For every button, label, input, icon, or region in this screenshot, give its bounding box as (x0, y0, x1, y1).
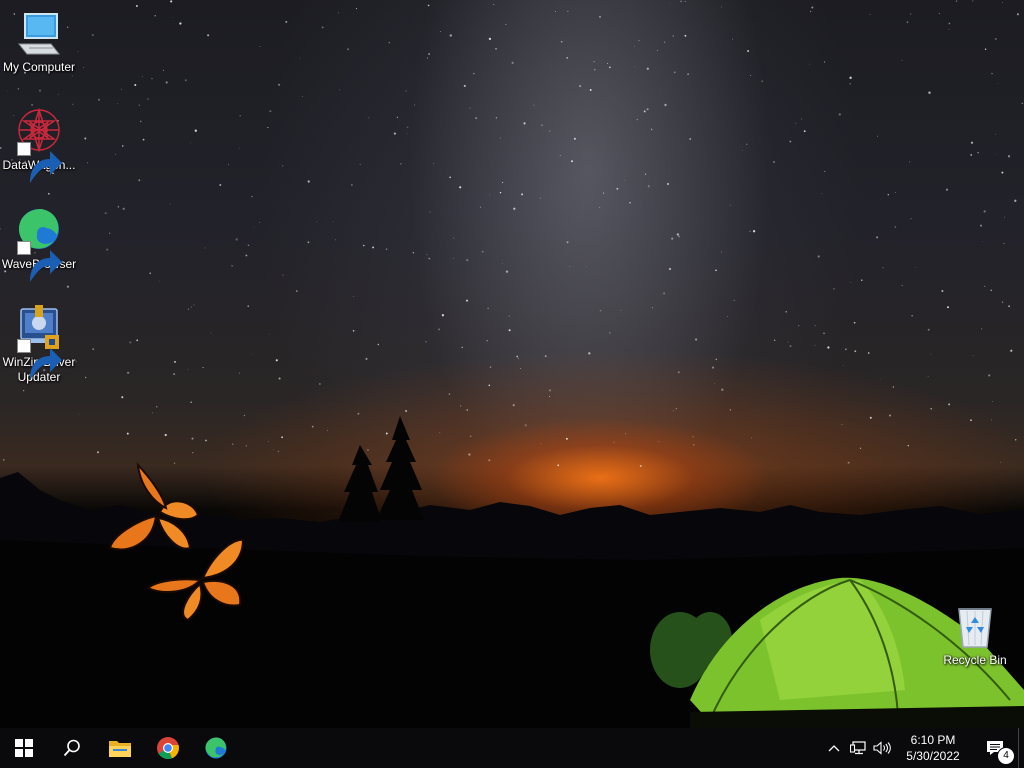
folder-icon (109, 741, 131, 757)
desktop-wallpaper (0, 0, 1024, 728)
computer-icon (15, 10, 63, 58)
windows-logo-icon (15, 739, 33, 757)
network-icon (850, 741, 866, 755)
volume-icon (873, 741, 891, 755)
taskbar-file-explorer[interactable] (96, 728, 144, 768)
show-desktop-button[interactable] (1018, 728, 1024, 768)
desktop-icon-datawagon[interactable]: DataWagon... (0, 107, 78, 183)
recycle-bin-icon (951, 603, 999, 651)
shortcut-arrow-icon (17, 339, 62, 380)
notification-count-badge: 4 (997, 747, 1015, 765)
network-button[interactable] (846, 728, 870, 768)
clock-time: 6:10 PM (910, 733, 956, 747)
chrome-icon (157, 737, 179, 759)
system-tray: 6:10 PM 5/30/2022 4 (822, 728, 1024, 768)
taskbar-google-chrome[interactable] (144, 728, 192, 768)
desktop-icon-wavebrowser[interactable]: WaveBrowser (0, 207, 78, 282)
start-button[interactable] (0, 728, 48, 768)
winzip-driver-updater-icon (15, 305, 63, 380)
desktop-icon-recycle-bin[interactable]: Recycle Bin (936, 603, 1014, 668)
shortcut-arrow-icon (17, 142, 62, 183)
taskbar-wavebrowser[interactable] (192, 728, 240, 768)
taskbar-clock[interactable]: 6:10 PM 5/30/2022 (894, 732, 972, 764)
desktop-icon-winzip-driver-updater[interactable]: WinZip Driver Updater (0, 305, 78, 385)
search-icon (63, 739, 80, 757)
wavebrowser-icon (205, 737, 227, 759)
show-hidden-icons-button[interactable] (822, 728, 846, 768)
search-button[interactable] (48, 728, 96, 768)
clock-date: 5/30/2022 (906, 749, 960, 763)
pine-trees (338, 416, 424, 522)
volume-button[interactable] (870, 728, 894, 768)
desktop-icon-my-computer[interactable]: My Computer (0, 10, 78, 75)
chevron-up-icon (828, 745, 840, 752)
datawagon-icon (15, 107, 63, 183)
butterflies-decoration (108, 462, 245, 622)
action-center-button[interactable]: 4 (972, 728, 1018, 768)
taskbar: 6:10 PM 5/30/2022 4 (0, 728, 1024, 768)
wavebrowser-icon (15, 207, 63, 282)
shortcut-arrow-icon (17, 241, 62, 282)
